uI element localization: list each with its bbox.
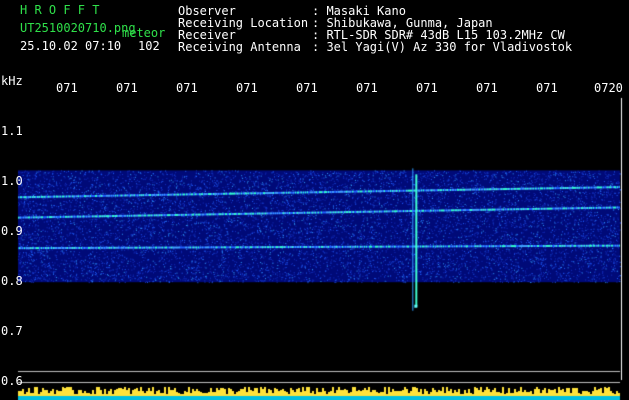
- filename-label: UT2510020710.png: [20, 21, 136, 35]
- y-tick-label: 0.8: [1, 274, 23, 288]
- spectrogram-heatmap: [0, 0, 629, 400]
- time-tick-label: 071: [356, 81, 378, 95]
- mode-label: meteor: [122, 26, 166, 40]
- time-tick-label: 0720: [594, 81, 623, 95]
- y-tick-label: 1.1: [1, 124, 23, 138]
- time-tick-label: 071: [296, 81, 318, 95]
- y-tick-label: 1.0: [1, 174, 23, 188]
- y-tick-label: 0.9: [1, 224, 23, 238]
- time-tick-label: 071: [236, 81, 258, 95]
- time-tick-label: 071: [536, 81, 558, 95]
- info-value-antenna: : 3el Yagi(V) Az 330 for Vladivostok: [312, 40, 573, 54]
- datetime-label: 25.10.02 07:10: [20, 39, 122, 53]
- y-tick-label: 0.7: [1, 324, 23, 338]
- count-label: 102: [138, 39, 160, 53]
- time-tick-label: 071: [176, 81, 198, 95]
- y-tick-label: 0.6: [1, 374, 23, 388]
- time-tick-label: 071: [116, 81, 138, 95]
- y-axis-unit-label: kHz: [1, 74, 23, 88]
- time-tick-label: 071: [476, 81, 498, 95]
- time-tick-label: 071: [56, 81, 78, 95]
- info-label-antenna: Receiving Antenna: [178, 40, 301, 54]
- hrofft-window: H R O F F T UT2510020710.png meteor 25.1…: [0, 0, 629, 400]
- time-tick-label: 071: [416, 81, 438, 95]
- app-title: H R O F F T: [20, 3, 100, 17]
